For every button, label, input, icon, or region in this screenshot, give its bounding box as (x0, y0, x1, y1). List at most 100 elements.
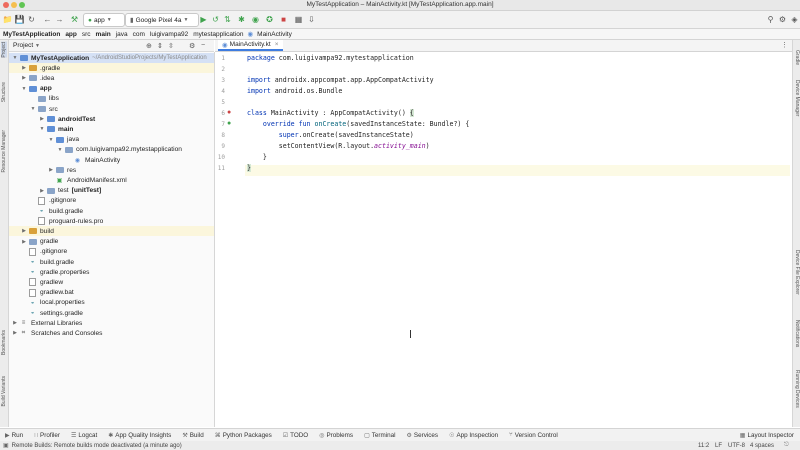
notifications-tool-tab[interactable]: Notifications (794, 320, 800, 347)
chevron-down-icon[interactable]: ▼ (29, 106, 37, 112)
tree-item[interactable]: gradlew (9, 277, 214, 287)
indent-setting[interactable]: 4 spaces (750, 443, 774, 449)
locate-file-icon[interactable]: ⊕ (146, 42, 152, 50)
project-tool-tab[interactable]: Project (1, 42, 7, 58)
tool-window-logcat[interactable]: ☰ Logcat (71, 432, 97, 439)
chevron-down-icon[interactable]: ▼ (11, 55, 19, 61)
tree-item[interactable]: ▶ androidTest (9, 114, 214, 124)
run-config-select[interactable]: ● app ▼ (83, 13, 125, 27)
breadcrumb-item[interactable]: com (132, 31, 146, 38)
apply-changes-icon[interactable]: ↺ (210, 14, 221, 25)
hammer-icon[interactable]: ⚒ (69, 14, 80, 25)
tool-window-problems[interactable]: ◎ Problems (319, 432, 353, 439)
save-icon[interactable]: 💾 (14, 14, 25, 25)
tree-item[interactable]: ▶ build (9, 226, 214, 237)
tree-item[interactable]: ▶ ≡ External Libraries (9, 318, 214, 328)
breadcrumb-item[interactable]: MyTestApplication (2, 31, 61, 38)
sdk-manager-icon[interactable]: ⇩ (306, 14, 317, 25)
breadcrumb-item[interactable]: luigivampa92 (149, 31, 189, 38)
breadcrumb-item[interactable]: mytestapplication (192, 31, 244, 38)
device-manager-tool-tab[interactable]: Device Manager (794, 80, 800, 116)
tree-item[interactable]: ▶ .idea (9, 73, 214, 83)
close-tab-icon[interactable]: × (275, 41, 279, 48)
run-icon[interactable]: ▶ (198, 14, 209, 25)
tree-item[interactable]: ▼ app (9, 84, 214, 94)
tool-window-build[interactable]: ⚒ Build (182, 432, 203, 439)
tool-window-services[interactable]: ⚙ Services (407, 432, 439, 439)
line-separator[interactable]: LF (715, 443, 722, 449)
tool-window-terminal[interactable]: ▢ Terminal (364, 432, 395, 439)
tree-item[interactable]: ▼ MyTestApplication ~/AndroidStudioProject… (9, 53, 214, 63)
tree-item[interactable]: .gitignore (9, 247, 214, 257)
settings-gear-icon[interactable]: ⚙ (777, 14, 788, 25)
tree-item[interactable]: .gitignore (9, 196, 214, 206)
attach-debugger-icon[interactable]: ✪ (264, 14, 275, 25)
chevron-right-icon[interactable]: ▶ (11, 320, 19, 326)
breadcrumb-item[interactable]: app (64, 31, 78, 38)
profile-icon[interactable]: ◉ (250, 14, 261, 25)
structure-tool-tab[interactable]: Structure (1, 82, 7, 102)
options-gear-icon[interactable]: ⚙ (189, 42, 195, 50)
forward-arrow-icon[interactable]: → (54, 14, 65, 25)
chevron-down-icon[interactable]: ▼ (47, 137, 55, 143)
tree-item[interactable]: ◒ build.gradle (9, 206, 214, 216)
resource-manager-tool-tab[interactable]: Resource Manager (1, 130, 7, 173)
chevron-right-icon[interactable]: ▶ (38, 188, 46, 194)
chevron-down-icon[interactable]: ▼ (20, 86, 28, 92)
chevron-down-icon[interactable]: ▼ (38, 126, 46, 132)
tool-window-python-packages[interactable]: ⌘ Python Packages (215, 432, 272, 439)
file-encoding[interactable]: UTF-8 (728, 443, 745, 449)
tree-item[interactable]: ▣ AndroidManifest.xml (9, 175, 214, 185)
chevron-right-icon[interactable]: ▶ (20, 65, 28, 71)
tool-window-version-control[interactable]: ⑂ Version Control (509, 432, 558, 439)
tree-item[interactable]: ▶ res (9, 165, 214, 175)
tree-item[interactable]: ◉ MainActivity (9, 155, 214, 165)
tool-window-profiler[interactable]: ∷ Profiler (34, 432, 60, 439)
status-tool-windows-icon[interactable]: ▣ (3, 442, 9, 449)
breadcrumb-item[interactable]: main (95, 31, 112, 38)
tree-item[interactable]: ▼ src (9, 104, 214, 114)
chevron-down-icon[interactable]: ▼ (56, 147, 64, 153)
running-devices-tool-tab[interactable]: Running Devices (794, 370, 800, 408)
caret-position[interactable]: 11:2 (698, 443, 709, 449)
tree-item[interactable]: ◒ settings.gradle (9, 308, 214, 318)
gradle-tool-tab[interactable]: Gradle (794, 50, 800, 65)
chevron-right-icon[interactable]: ▶ (20, 239, 28, 245)
chevron-right-icon[interactable]: ▶ (38, 116, 46, 122)
expand-all-icon[interactable]: ⇕ (157, 42, 163, 50)
tree-item[interactable]: ▶ ⌗ Scratches and Consoles (9, 328, 214, 338)
device-manager-icon[interactable]: ▦ (293, 14, 304, 25)
bookmarks-tool-tab[interactable]: Bookmarks (1, 330, 7, 355)
tool-window-app-inspection[interactable]: ☉ App Inspection (449, 432, 498, 439)
tree-item[interactable]: ▼ main (9, 124, 214, 134)
tree-item[interactable]: ▼ java (9, 135, 214, 145)
hide-panel-icon[interactable]: − (201, 42, 205, 49)
build-variants-tool-tab[interactable]: Build Variants (1, 376, 7, 406)
tab-main-activity[interactable]: ◉ MainActivity.kt × (218, 40, 283, 51)
tree-item[interactable]: ◒ local.properties (9, 298, 214, 308)
back-arrow-icon[interactable]: ← (42, 14, 53, 25)
code-editor[interactable]: 1 2 3 4 5 6 7 8 9 10 11 ● ● package com.… (215, 52, 792, 427)
layout-inspector-button[interactable]: ▦ Layout Inspector (740, 432, 794, 439)
breadcrumb-item[interactable]: java (115, 31, 129, 38)
tree-item[interactable]: libs (9, 94, 214, 104)
chevron-right-icon[interactable]: ▶ (47, 167, 55, 173)
status-message[interactable]: Remote Builds: Remote builds mode deacti… (12, 443, 182, 449)
tree-item[interactable]: ▶ .gradle (9, 63, 214, 74)
tree-item[interactable]: gradlew.bat (9, 288, 214, 298)
override-gutter-icon[interactable]: ● (227, 120, 231, 127)
search-icon[interactable]: ⚲ (765, 14, 776, 25)
tree-item[interactable]: ◒ gradle.properties (9, 267, 214, 277)
ide-update-icon[interactable]: ◈ (789, 14, 800, 25)
tree-item[interactable]: ▶ test [unitTest] (9, 186, 214, 196)
chevron-right-icon[interactable]: ▶ (11, 330, 19, 336)
tree-item[interactable]: ▶ gradle (9, 237, 214, 247)
lock-icon[interactable]: ⎋ (784, 442, 789, 449)
apply-code-changes-icon[interactable]: ⇅ (222, 14, 233, 25)
tree-item[interactable]: ▼ com.luigivampa92.mytestapplication (9, 145, 214, 155)
chevron-right-icon[interactable]: ▶ (20, 75, 28, 81)
collapse-all-icon[interactable]: ⇳ (168, 42, 174, 50)
device-select[interactable]: ▮ Google Pixel 4a ▼ (125, 13, 199, 27)
debug-icon[interactable]: ✱ (236, 14, 247, 25)
breadcrumb-item[interactable]: src (81, 31, 92, 38)
